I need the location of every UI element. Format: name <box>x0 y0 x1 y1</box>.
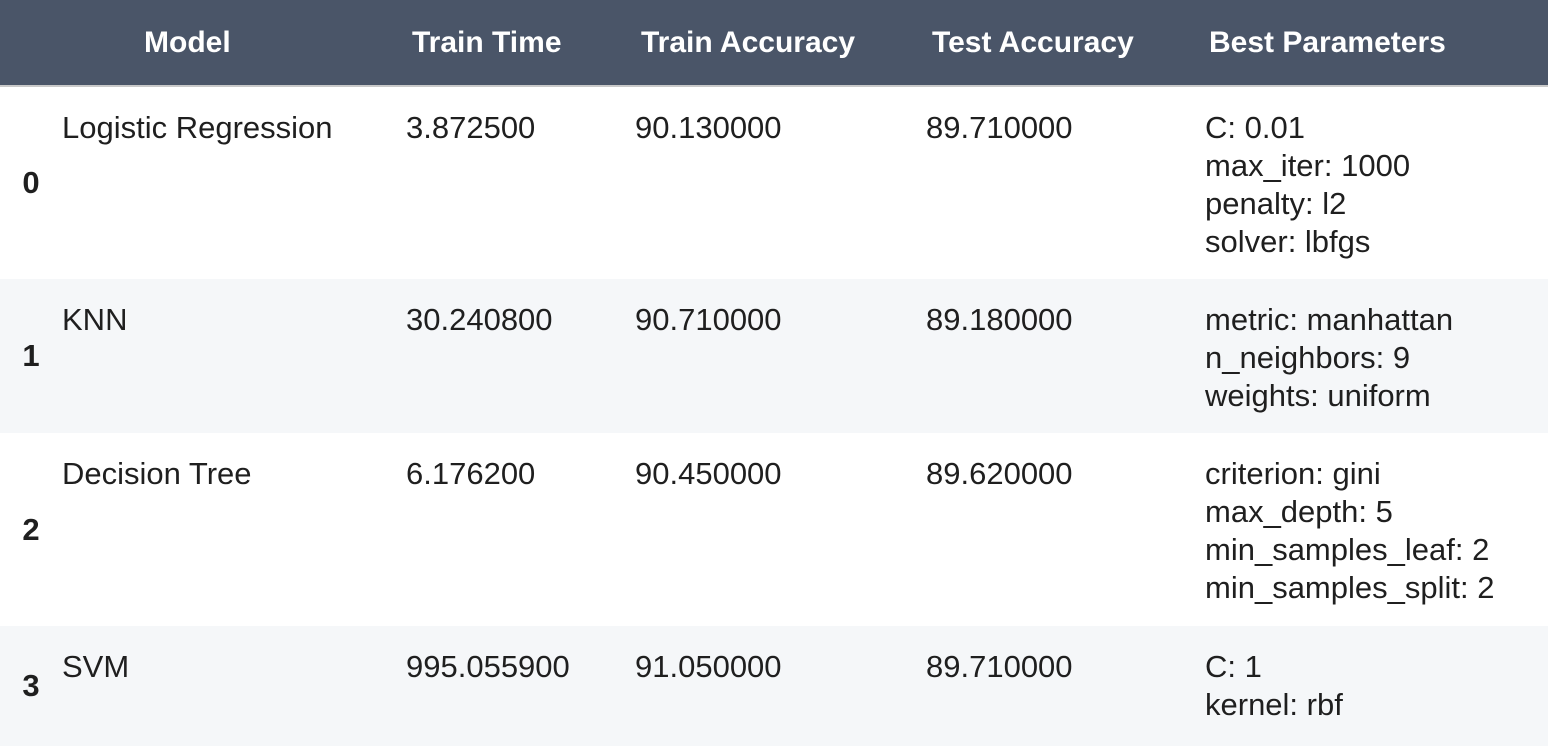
param-line: metric: manhattan <box>1205 302 1454 337</box>
row-index: 2 <box>22 511 40 547</box>
param-line: C: 1 <box>1205 649 1262 684</box>
table-row: 2 Decision Tree 6.176200 90.450000 89.62… <box>0 433 1548 626</box>
header-train-time: Train Time <box>406 0 635 87</box>
table-row: 3 SVM 995.055900 91.050000 89.710000 C: … <box>0 626 1548 746</box>
table-row: 1 KNN 30.240800 90.710000 89.180000 metr… <box>0 279 1548 433</box>
row-index: 3 <box>22 668 40 703</box>
cell-train-accuracy: 90.130000 <box>635 110 782 145</box>
cell-best-parameters: criterion: gini max_depth: 5 min_samples… <box>1205 433 1548 626</box>
cell-test-accuracy: 89.710000 <box>926 110 1073 145</box>
param-line: weights: uniform <box>1205 378 1431 413</box>
param-line: kernel: rbf <box>1205 687 1343 722</box>
param-line: criterion: gini <box>1205 456 1381 491</box>
param-line: min_samples_leaf: 2 <box>1205 532 1490 567</box>
header-best-parameters: Best Parameters <box>1205 0 1548 87</box>
param-line: max_depth: 5 <box>1205 494 1393 529</box>
cell-train-accuracy: 90.450000 <box>635 456 782 491</box>
header-row: Model Train Time Train Accuracy Test Acc… <box>0 0 1548 87</box>
param-line: min_samples_split: 2 <box>1205 570 1495 605</box>
cell-test-accuracy: 89.710000 <box>926 649 1073 684</box>
header-index <box>0 0 62 87</box>
table-row: 0 Logistic Regression 3.872500 90.130000… <box>0 86 1548 279</box>
cell-train-time: 995.055900 <box>406 649 570 684</box>
param-line: max_iter: 1000 <box>1205 148 1411 183</box>
param-line: n_neighbors: 9 <box>1205 340 1411 375</box>
cell-train-time: 3.872500 <box>406 110 536 145</box>
cell-model: SVM <box>62 649 130 684</box>
cell-best-parameters: metric: manhattan n_neighbors: 9 weights… <box>1205 279 1548 433</box>
header-test-accuracy: Test Accuracy <box>926 0 1205 87</box>
cell-best-parameters: C: 0.01 max_iter: 1000 penalty: l2 solve… <box>1205 86 1548 279</box>
cell-train-time: 6.176200 <box>406 456 536 491</box>
results-table: Model Train Time Train Accuracy Test Acc… <box>0 0 1548 746</box>
cell-model: Logistic Regression <box>62 110 333 145</box>
header-train-accuracy: Train Accuracy <box>635 0 926 87</box>
cell-best-parameters: C: 1 kernel: rbf <box>1205 626 1548 746</box>
param-line: C: 0.01 <box>1205 110 1305 145</box>
table-header: Model Train Time Train Accuracy Test Acc… <box>0 0 1548 87</box>
table-body: 0 Logistic Regression 3.872500 90.130000… <box>0 86 1548 746</box>
cell-model: KNN <box>62 302 128 337</box>
header-model: Model <box>62 0 406 87</box>
cell-test-accuracy: 89.180000 <box>926 302 1073 337</box>
row-index: 1 <box>22 338 40 373</box>
row-index: 0 <box>22 165 40 200</box>
param-line: solver: lbfgs <box>1205 224 1371 259</box>
cell-train-time: 30.240800 <box>406 302 553 337</box>
cell-train-accuracy: 90.710000 <box>635 302 782 337</box>
cell-test-accuracy: 89.620000 <box>926 456 1073 491</box>
cell-train-accuracy: 91.050000 <box>635 649 782 684</box>
param-line: penalty: l2 <box>1205 186 1347 221</box>
cell-model: Decision Tree <box>62 456 252 491</box>
